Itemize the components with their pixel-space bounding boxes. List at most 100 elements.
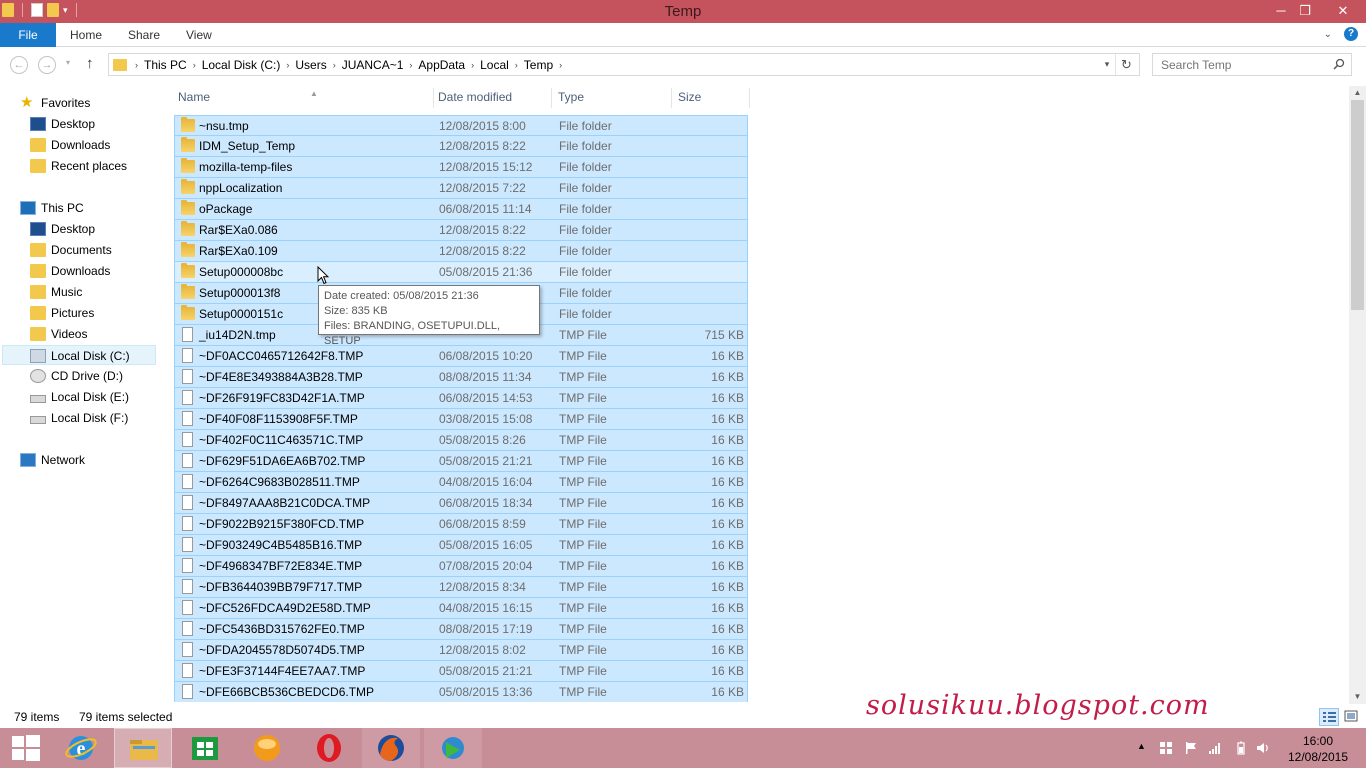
file-row[interactable]: ~nsu.tmp 12/08/2015 8:00 File folder <box>174 115 748 136</box>
vertical-scrollbar[interactable]: ▲ ▼ <box>1349 86 1366 704</box>
file-row[interactable]: ~DF629F51DA6EA6B702.TMP 05/08/2015 21:21 T… <box>174 451 748 472</box>
taskbar-download-manager[interactable] <box>424 728 482 768</box>
restore-button[interactable]: ❐ <box>1290 0 1320 23</box>
file-row[interactable]: ~DF26F919FC83D42F1A.TMP 06/08/2015 14:53 T… <box>174 388 748 409</box>
tab-home[interactable]: Home <box>70 23 102 47</box>
breadcrumb-users[interactable]: Users <box>291 58 330 72</box>
file-row[interactable]: ~DFC5436BD315762FE0.TMP 08/08/2015 17:19 T… <box>174 619 748 640</box>
large-icons-view-button[interactable] <box>1343 708 1359 726</box>
search-icon[interactable] <box>1333 58 1345 70</box>
file-row[interactable]: ~DFE3F37144F4EE7AA7.TMP 05/08/2015 21:21 T… <box>174 661 748 682</box>
nav-local-disk-c[interactable]: Local Disk (C:) <box>2 345 156 365</box>
up-button[interactable]: ↑ <box>86 55 94 72</box>
nav-cd-drive-d[interactable]: CD Drive (D:) <box>30 366 123 386</box>
address-history-dropdown[interactable]: ▾ <box>1099 56 1115 73</box>
start-button[interactable] <box>0 728 58 768</box>
taskbar-file-explorer[interactable] <box>114 728 172 768</box>
breadcrumb-arrow[interactable]: › <box>513 60 520 70</box>
nav-fav-recent[interactable]: Recent places <box>30 156 127 176</box>
nav-this-pc[interactable]: This PC <box>20 198 84 218</box>
nav-favorites[interactable]: ★ Favorites <box>20 93 90 113</box>
recent-locations-icon[interactable]: ▾ <box>66 58 70 67</box>
refresh-button[interactable]: ↻ <box>1115 54 1137 75</box>
nav-music[interactable]: Music <box>30 282 82 302</box>
close-button[interactable]: ✕ <box>1328 0 1358 23</box>
show-hidden-icons[interactable]: ▲ <box>1137 741 1151 755</box>
search-box[interactable] <box>1152 53 1352 76</box>
file-row[interactable]: ~DF6264C9683B028511.TMP 04/08/2015 16:04 T… <box>174 472 748 493</box>
clock-date[interactable]: 12/08/2015 <box>1283 750 1353 764</box>
nav-pictures[interactable]: Pictures <box>30 303 94 323</box>
file-row[interactable]: ~DF903249C4B5485B16.TMP 05/08/2015 16:05 T… <box>174 535 748 556</box>
taskbar-opera[interactable] <box>300 728 358 768</box>
nav-local-disk-f[interactable]: Local Disk (F:) <box>30 408 128 428</box>
column-date-modified[interactable]: Date modified <box>434 88 552 108</box>
tab-file[interactable]: File <box>0 23 56 47</box>
search-input[interactable] <box>1153 54 1329 75</box>
file-row[interactable]: ~DF40F08F1153908F5F.TMP 03/08/2015 15:08 T… <box>174 409 748 430</box>
expand-ribbon-icon[interactable]: ⌄ <box>1324 29 1332 40</box>
file-row[interactable]: nppLocalization 12/08/2015 7:22 File folde… <box>174 178 748 199</box>
file-row[interactable]: ~DFC526FDCA49D2E58D.TMP 04/08/2015 16:15 T… <box>174 598 748 619</box>
file-row[interactable]: Rar$EXa0.086 12/08/2015 8:22 File folder <box>174 220 748 241</box>
breadcrumb-arrow[interactable]: › <box>284 60 291 70</box>
breadcrumb-arrow[interactable]: › <box>407 60 414 70</box>
taskbar-firefox[interactable] <box>362 728 420 768</box>
clock-time[interactable]: 16:00 <box>1283 734 1353 748</box>
file-row[interactable]: ~DFB3644039BB79F717.TMP 12/08/2015 8:34 TM… <box>174 577 748 598</box>
file-row[interactable]: Setup000008bc 05/08/2015 21:36 File folder <box>174 262 748 283</box>
column-type[interactable]: Type <box>554 88 672 108</box>
scroll-down-button[interactable]: ▼ <box>1349 690 1366 704</box>
help-icon[interactable]: ? <box>1344 27 1358 41</box>
network-signal-icon[interactable] <box>1208 741 1222 755</box>
details-view-button[interactable] <box>1319 708 1339 726</box>
forward-button[interactable]: → <box>38 56 56 74</box>
file-row[interactable]: ~DFDA2045578D5074D5.TMP 12/08/2015 8:02 TM… <box>174 640 748 661</box>
nav-desktop[interactable]: Desktop <box>30 219 95 239</box>
breadcrumb-arrow[interactable]: › <box>557 60 564 70</box>
breadcrumb-temp[interactable]: Temp <box>520 58 557 72</box>
battery-icon[interactable] <box>1234 741 1248 755</box>
nav-fav-downloads[interactable]: Downloads <box>30 135 110 155</box>
nav-fav-desktop[interactable]: Desktop <box>30 114 95 134</box>
breadcrumb-arrow[interactable]: › <box>469 60 476 70</box>
scroll-thumb[interactable] <box>1351 100 1364 310</box>
taskbar-internet-explorer[interactable]: e <box>52 728 110 768</box>
breadcrumb-user[interactable]: JUANCA~1 <box>338 58 408 72</box>
windows-tray-icon[interactable] <box>1159 741 1173 755</box>
tab-view[interactable]: View <box>186 23 212 47</box>
breadcrumb-local-disk[interactable]: Local Disk (C:) <box>198 58 285 72</box>
nav-local-disk-e[interactable]: Local Disk (E:) <box>30 387 129 407</box>
file-row[interactable]: oPackage 06/08/2015 11:14 File folder <box>174 199 748 220</box>
file-row[interactable]: ~DF402F0C11C463571C.TMP 05/08/2015 8:26 TM… <box>174 430 748 451</box>
scroll-up-button[interactable]: ▲ <box>1349 86 1366 100</box>
nav-videos[interactable]: Videos <box>30 324 87 344</box>
address-bar[interactable]: › This PC › Local Disk (C:) › Users › JUANC… <box>108 53 1140 76</box>
taskbar-store[interactable] <box>176 728 234 768</box>
nav-documents[interactable]: Documents <box>30 240 112 260</box>
action-center-flag-icon[interactable] <box>1184 741 1198 755</box>
file-row[interactable]: ~DF0ACC0465712642F8.TMP 06/08/2015 10:20 T… <box>174 346 748 367</box>
breadcrumb-local[interactable]: Local <box>476 58 513 72</box>
breadcrumb-arrow[interactable]: › <box>191 60 198 70</box>
nav-downloads[interactable]: Downloads <box>30 261 110 281</box>
file-row[interactable]: ~DF8497AAA8B21C0DCA.TMP 06/08/2015 18:34 T… <box>174 493 748 514</box>
nav-network[interactable]: Network <box>20 450 85 470</box>
breadcrumb-arrow[interactable]: › <box>331 60 338 70</box>
item-count: 79 items <box>14 710 60 724</box>
file-row[interactable]: ~DF4E8E3493884A3B28.TMP 08/08/2015 11:34 T… <box>174 367 748 388</box>
file-row[interactable]: IDM_Setup_Temp 12/08/2015 8:22 File folder <box>174 136 748 157</box>
file-row[interactable]: ~DF9022B9215F380FCD.TMP 06/08/2015 8:59 TM… <box>174 514 748 535</box>
file-row[interactable]: mozilla-temp-files 12/08/2015 15:12 File f… <box>174 157 748 178</box>
tab-share[interactable]: Share <box>128 23 160 47</box>
column-size[interactable]: Size <box>674 88 750 108</box>
taskbar-app-orange[interactable] <box>238 728 296 768</box>
column-name[interactable]: Name ▲ <box>174 88 434 108</box>
breadcrumb-this-pc[interactable]: This PC <box>140 58 191 72</box>
file-row[interactable]: ~DF4968347BF72E834E.TMP 07/08/2015 20:04 T… <box>174 556 748 577</box>
breadcrumb-appdata[interactable]: AppData <box>414 58 469 72</box>
volume-icon[interactable] <box>1256 741 1270 755</box>
file-row[interactable]: Rar$EXa0.109 12/08/2015 8:22 File folder <box>174 241 748 262</box>
back-button[interactable]: ← <box>10 56 28 74</box>
file-row[interactable]: ~DFE66BCB536CBEDCD6.TMP 05/08/2015 13:36 T… <box>174 682 748 702</box>
